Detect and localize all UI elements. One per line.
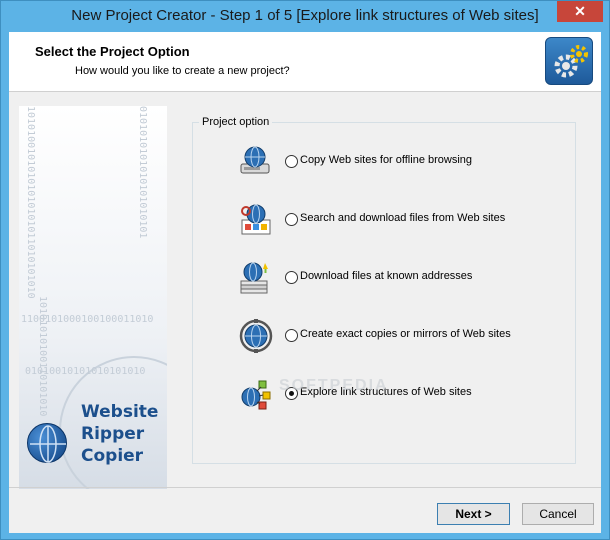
radio-search-download[interactable] (285, 213, 298, 226)
banner-bits-column: 10101001010101010101011010101010 (25, 106, 36, 299)
page-title: Select the Project Option (35, 44, 190, 59)
option-label: Download files at known addresses (300, 270, 473, 282)
globe-search-icon (239, 203, 273, 237)
option-label: Create exact copies or mirrors of Web si… (300, 328, 511, 340)
title-bar[interactable]: New Project Creator - Step 1 of 5 [Explo… (1, 1, 609, 32)
radio-copy-offline[interactable] (285, 155, 298, 168)
banner-bits-column: 0101010101010101010101 (137, 106, 148, 239)
window-title: New Project Creator - Step 1 of 5 [Explo… (71, 7, 539, 24)
globe-icon (27, 423, 67, 463)
globe-drive-icon (239, 145, 273, 179)
logo-text-line: Website (81, 402, 159, 422)
next-button[interactable]: Next > (437, 503, 510, 525)
close-button[interactable]: ✕ (557, 1, 603, 22)
option-label: Copy Web sites for offline browsing (300, 154, 473, 166)
option-label: Search and download files from Web sites (300, 212, 506, 224)
globe-stack-icon (239, 261, 273, 295)
banner-bits-row: 01010010101010101010 (25, 366, 146, 377)
logo-text-line: Copier (81, 446, 144, 466)
footer-divider (9, 487, 601, 488)
cancel-button[interactable]: Cancel (522, 503, 594, 525)
page-subtitle: How would you like to create a new proje… (75, 65, 290, 77)
group-legend: Project option (199, 116, 273, 128)
radio-mirror[interactable] (285, 329, 298, 342)
side-banner: 10101001010101010101011010101010 0101010… (19, 106, 167, 489)
logo-text-line: Ripper (81, 424, 145, 444)
radio-known-addresses[interactable] (285, 271, 298, 284)
dialog-client: Select the Project Option How would you … (9, 32, 601, 533)
window: New Project Creator - Step 1 of 5 [Explo… (0, 0, 610, 540)
softpedia-watermark: SOFTPEDIA (279, 377, 389, 394)
gears-icon (545, 37, 593, 85)
banner-bits-row: 1100101000100100011010 (21, 314, 154, 325)
link-structure-icon (239, 377, 273, 411)
globe-mirror-icon (239, 319, 273, 353)
header-panel: Select the Project Option How would you … (9, 32, 601, 92)
